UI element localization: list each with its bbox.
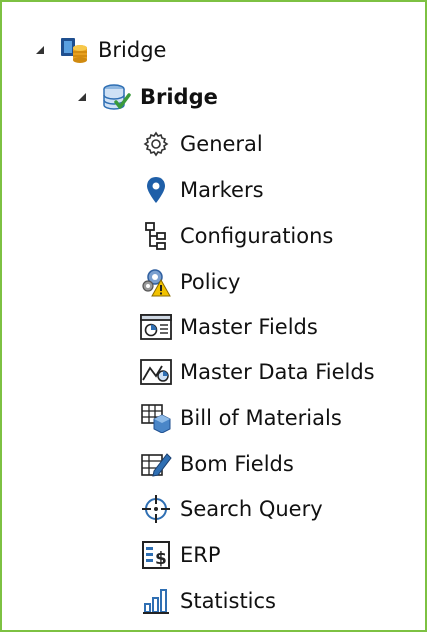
database-check-icon (100, 81, 132, 113)
tree-item-label: Search Query (180, 497, 323, 521)
bill-of-materials-icon (140, 402, 172, 434)
tree-item-policy[interactable]: Policy (140, 262, 240, 302)
master-fields-icon (140, 311, 172, 343)
tree-item-label: Bill of Materials (180, 406, 342, 430)
policy-warning-icon (140, 266, 172, 298)
tree-item-label: Markers (180, 178, 264, 202)
expand-arrow-icon[interactable] (74, 89, 90, 105)
tree-item-erp[interactable]: $ ERP (140, 535, 221, 575)
tree-item-bom-fields[interactable]: Bom Fields (140, 444, 294, 484)
tree-item-label: ERP (180, 543, 221, 567)
tree-panel: Bridge Bridge General Markers Configurat… (0, 0, 427, 632)
erp-icon: $ (140, 539, 172, 571)
tree-item-master-data-fields[interactable]: Master Data Fields (140, 352, 375, 392)
crosshair-icon (140, 493, 172, 525)
tree-item-configurations[interactable]: Configurations (140, 216, 333, 256)
gear-icon (140, 128, 172, 160)
master-data-fields-icon (140, 356, 172, 388)
tree-item-label: General (180, 132, 263, 156)
tree-item-label: Master Fields (180, 315, 318, 339)
tree-item-label: Bom Fields (180, 452, 294, 476)
tree-item-label: Statistics (180, 589, 276, 613)
tree-node-bridge[interactable]: Bridge (74, 77, 218, 117)
svg-text:$: $ (155, 549, 167, 569)
tree-item-label: Master Data Fields (180, 360, 375, 384)
expand-arrow-icon[interactable] (32, 42, 48, 58)
tree-item-bill-of-materials[interactable]: Bill of Materials (140, 398, 342, 438)
tree-item-general[interactable]: General (140, 124, 263, 164)
tree-node-root-label: Bridge (98, 38, 167, 62)
map-marker-icon (140, 174, 172, 206)
tree-node-root[interactable]: Bridge (32, 30, 166, 70)
tree-item-label: Configurations (180, 224, 334, 248)
tree-item-master-fields[interactable]: Master Fields (140, 307, 318, 347)
tree-item-statistics[interactable]: Statistics (140, 581, 276, 621)
hierarchy-icon (140, 220, 172, 252)
tree-node-bridge-label: Bridge (140, 85, 218, 109)
tree-item-markers[interactable]: Markers (140, 170, 264, 210)
tree-item-label: Policy (180, 270, 241, 294)
database-folder-icon (58, 34, 90, 66)
bom-fields-icon (140, 448, 172, 480)
statistics-icon (140, 585, 172, 617)
tree-item-search-query[interactable]: Search Query (140, 489, 323, 529)
